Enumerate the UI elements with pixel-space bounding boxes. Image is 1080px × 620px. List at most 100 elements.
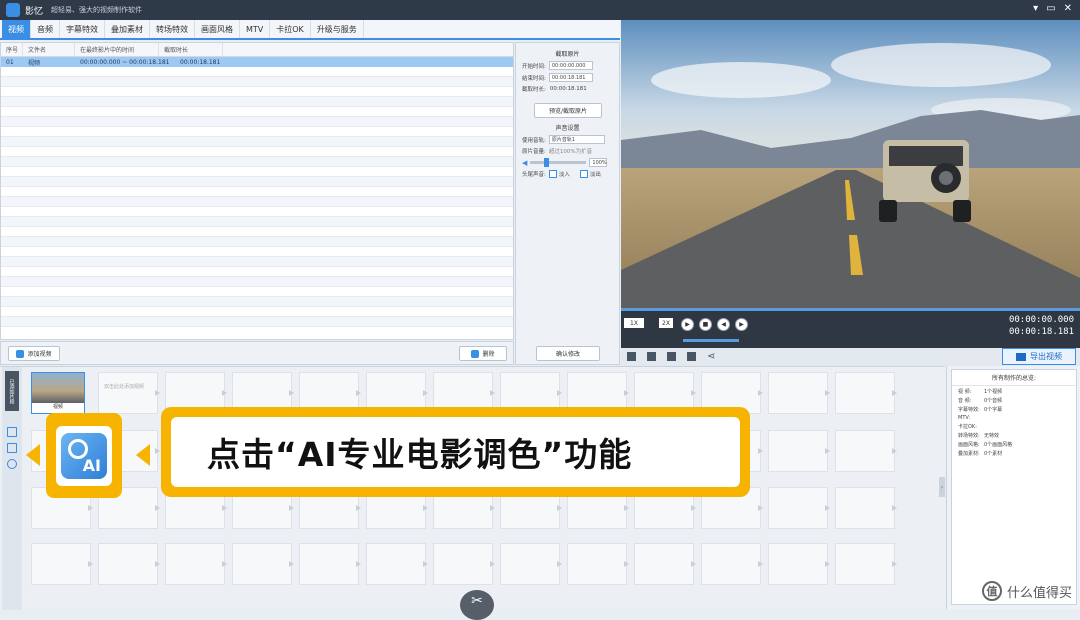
share-icon[interactable]: ⋖ <box>707 351 715 362</box>
fade-in-checkbox[interactable] <box>548 170 557 178</box>
folder-icon[interactable] <box>647 352 656 361</box>
tab-video[interactable]: 视频 <box>2 20 31 38</box>
color-icon[interactable] <box>7 459 17 469</box>
watermark: 值 什么值得买 <box>981 581 1072 601</box>
section-title-audio: 声音设置 <box>555 125 580 132</box>
overview-value: 0个素材 <box>984 451 1003 457</box>
speaker-icon: ◀ <box>522 158 528 167</box>
timeline-slot[interactable] <box>835 487 895 529</box>
add-video-icon <box>16 349 25 358</box>
empty-row <box>1 187 513 197</box>
empty-row <box>1 117 513 127</box>
tab-upgrade[interactable]: 升级与服务 <box>311 20 364 38</box>
timeline-slot[interactable] <box>433 543 493 585</box>
maximize-icon[interactable]: ▭ <box>1046 3 1055 14</box>
export-video-button[interactable]: 导出视频 <box>1002 348 1076 365</box>
minimize-icon[interactable]: ▾ <box>1033 3 1038 14</box>
fade-label: 头尾声音: <box>522 172 546 178</box>
timeline-slot[interactable] <box>31 543 91 585</box>
end-time-input[interactable]: 00:00:18.181 <box>548 73 593 82</box>
speed-select[interactable]: 1X <box>624 318 644 328</box>
title-bar: 影忆 超轻易、强大的视频制作软件 ▾ ▭ ✕ <box>0 0 1080 20</box>
volume-slider-handle[interactable] <box>544 158 550 167</box>
tab-style[interactable]: 画面风格 <box>195 20 240 38</box>
fade-row: 头尾声音: 淡入 淡出 <box>522 170 619 178</box>
overview-value: 0个音频 <box>984 398 1003 404</box>
timeline-slot[interactable] <box>701 543 761 585</box>
volume-input[interactable]: 100% <box>589 158 608 167</box>
start-time-input[interactable]: 00:00:00.000 <box>548 61 593 70</box>
transition-arrow-icon <box>289 390 294 396</box>
timeline-slot[interactable] <box>768 430 828 472</box>
timeline-clip[interactable]: 视频 <box>31 372 85 414</box>
timeline-slot[interactable] <box>366 543 426 585</box>
clip-caption: 视频 <box>52 404 63 410</box>
empty-row <box>1 127 513 137</box>
overview-value: 0个字幕 <box>984 407 1003 413</box>
timeline-slot[interactable] <box>500 543 560 585</box>
add-video-button[interactable]: 添加视频 <box>8 346 60 361</box>
added-clips-label: 已添加片段 <box>5 371 19 411</box>
col-num: 序号 <box>1 43 23 56</box>
delete-button[interactable]: 删除 <box>459 346 507 361</box>
export-icon <box>1016 352 1026 361</box>
file-list: 序号 文件名 在最终影片中的时间 截取时长 01 视频 00:00:00.000… <box>0 42 514 340</box>
player-volume-slider[interactable] <box>683 339 739 342</box>
transition-arrow-icon <box>825 448 830 454</box>
timeline-slot[interactable] <box>835 372 895 414</box>
tab-subtitle[interactable]: 字幕特效 <box>60 20 105 38</box>
tab-karaoke[interactable]: 卡拉OK <box>270 20 311 38</box>
overview-key: 卡拉OK: <box>958 424 977 430</box>
timeline-slot[interactable] <box>98 543 158 585</box>
timeline-slot[interactable] <box>634 543 694 585</box>
confirm-button[interactable]: 确认修改 <box>536 346 600 361</box>
save-icon[interactable] <box>627 352 636 361</box>
expand-panel-icon[interactable]: › <box>939 477 945 497</box>
fade-out-checkbox[interactable] <box>579 170 588 178</box>
image-icon[interactable] <box>7 443 17 453</box>
timeline-slot[interactable] <box>768 543 828 585</box>
screenshot-icon[interactable] <box>667 352 676 361</box>
seek-bar[interactable] <box>621 308 1080 311</box>
overview-value: 无特效 <box>984 433 1000 439</box>
ai-color-icon: AI <box>61 432 107 479</box>
timeline-slot[interactable] <box>232 543 292 585</box>
volume-slider[interactable] <box>530 158 587 167</box>
empty-row <box>1 97 513 107</box>
preview-clip-button[interactable]: 预览/截取原片 <box>534 103 602 118</box>
timeline-slot[interactable] <box>98 372 158 414</box>
transition-arrow-icon <box>423 561 428 567</box>
timeline-slot[interactable] <box>835 543 895 585</box>
transition-arrow-icon <box>222 390 227 396</box>
transition-arrow-icon <box>691 561 696 567</box>
timeline-slot[interactable] <box>567 543 627 585</box>
empty-row <box>1 67 513 77</box>
timeline-slot[interactable] <box>299 543 359 585</box>
tab-mtv[interactable]: MTV <box>240 20 271 38</box>
timeline-slot[interactable] <box>768 372 828 414</box>
prev-frame-icon[interactable]: ◀ <box>717 318 730 331</box>
video-preview[interactable] <box>621 20 1080 308</box>
tab-audio[interactable]: 音频 <box>31 20 60 38</box>
app-name: 影忆 <box>25 6 44 17</box>
track-select[interactable]: 原片音轨1 <box>548 135 605 144</box>
timeline-slot[interactable] <box>165 543 225 585</box>
time-readout: 00:00:00.000 00:00:18.181 <box>1009 314 1074 338</box>
edit-icon[interactable] <box>687 352 696 361</box>
track-label: 使用音轨: <box>522 137 546 144</box>
scissors-icon[interactable]: ✂ <box>460 590 494 620</box>
stop-icon[interactable]: ■ <box>699 318 712 331</box>
play-icon[interactable]: ▶ <box>681 318 694 331</box>
close-icon[interactable]: ✕ <box>1064 3 1072 14</box>
timeline-slot[interactable] <box>768 487 828 529</box>
transition-arrow-icon <box>825 561 830 567</box>
crop-icon[interactable] <box>7 427 17 437</box>
ai-color-grading-button[interactable]: AI <box>46 413 122 498</box>
next-frame-icon[interactable]: ▶ <box>735 318 748 331</box>
tab-overlay[interactable]: 叠加素材 <box>105 20 150 38</box>
zoom-select[interactable]: 2X <box>659 318 673 328</box>
overview-key: 视 频: <box>958 389 972 395</box>
tab-transition[interactable]: 转场特效 <box>150 20 195 38</box>
timeline-slot[interactable] <box>835 430 895 472</box>
table-row[interactable]: 01 视频 00:00:00.000 ~ 00:00:18.181 00:00:… <box>1 57 513 67</box>
